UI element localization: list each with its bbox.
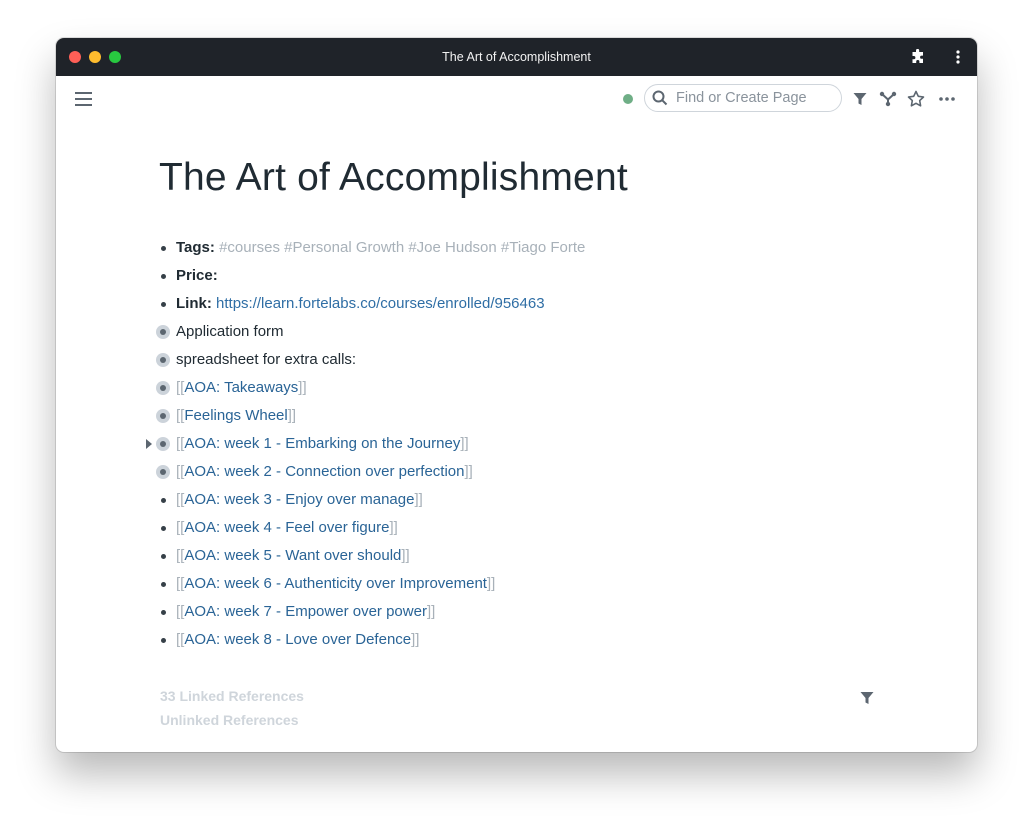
page-ref-link[interactable]: AOA: week 1 - Embarking on the Journey: [184, 435, 460, 452]
attribute-name: Tags:: [176, 239, 215, 256]
block-tags[interactable]: Tags: #courses #Personal Growth #Joe Hud…: [140, 234, 840, 262]
close-bracket: ]]: [464, 463, 473, 480]
hamburger-icon[interactable]: [74, 90, 94, 108]
block-link[interactable]: Link: https://learn.fortelabs.co/courses…: [140, 290, 840, 318]
block-page-ref[interactable]: [[Feelings Wheel]]: [140, 402, 840, 430]
page-title: The Art of Accomplishment: [159, 156, 628, 199]
block-page-ref[interactable]: [[AOA: Takeaways]]: [140, 374, 840, 402]
page-ref-link[interactable]: AOA: week 2 - Connection over perfection: [184, 463, 464, 480]
vertical-dots-icon[interactable]: [948, 47, 968, 67]
block-page-ref[interactable]: [[AOA: week 8 - Love over Defence]]: [140, 626, 840, 654]
close-bracket: ]]: [426, 603, 436, 620]
block-text: spreadsheet for extra calls:: [176, 351, 357, 368]
block-page-ref[interactable]: [[AOA: week 5 - Want over should]]: [140, 542, 840, 570]
block-page-ref[interactable]: [[AOA: week 3 - Enjoy over manage]]: [140, 486, 840, 514]
close-bracket: ]]: [287, 407, 297, 424]
unlinked-references-header[interactable]: Unlinked References: [160, 712, 299, 728]
page-ref-link[interactable]: AOA: week 3 - Enjoy over manage: [184, 491, 414, 508]
puzzle-icon[interactable]: [908, 47, 928, 67]
block-bullet[interactable]: [156, 297, 170, 311]
graph-icon[interactable]: [877, 88, 899, 110]
block-bullet[interactable]: [156, 633, 170, 647]
search-input[interactable]: [674, 89, 838, 107]
page-ref-link[interactable]: AOA: week 7 - Empower over power: [184, 603, 427, 620]
close-bracket: ]]: [460, 435, 469, 452]
more-horizontal-icon[interactable]: [936, 88, 958, 110]
block-page-ref[interactable]: [[AOA: week 1 - Embarking on the Journey…: [140, 430, 840, 458]
search-box[interactable]: [644, 84, 842, 112]
block-bullet[interactable]: [156, 521, 170, 535]
block-bullet[interactable]: [156, 549, 170, 563]
expand-caret-icon[interactable]: [146, 439, 152, 449]
block-bullet[interactable]: [156, 241, 170, 255]
page-ref-link[interactable]: AOA: week 6 - Authenticity over Improvem…: [184, 575, 487, 592]
block-list: Tags: #courses #Personal Growth #Joe Hud…: [140, 234, 840, 654]
block-spreadsheet[interactable]: spreadsheet for extra calls:: [140, 346, 840, 374]
page-ref-link[interactable]: AOA: week 5 - Want over should: [184, 547, 401, 564]
block-text: Application form: [176, 323, 284, 340]
collapsed-bullet[interactable]: [156, 353, 170, 367]
attribute-name: Link:: [176, 295, 212, 312]
collapsed-bullet[interactable]: [156, 465, 170, 479]
close-bracket: ]]: [401, 547, 410, 564]
close-bracket: ]]: [389, 519, 398, 536]
star-icon[interactable]: [905, 88, 927, 110]
filter-icon[interactable]: [858, 689, 876, 707]
block-price[interactable]: Price:: [140, 262, 840, 290]
filter-icon[interactable]: [849, 88, 871, 110]
collapsed-bullet[interactable]: [156, 381, 170, 395]
app-window: The Art of Accomplishment The Art of Acc: [56, 38, 977, 752]
block-application-form[interactable]: Application form: [140, 318, 840, 346]
top-toolbar: [56, 76, 977, 122]
close-bracket: ]]: [414, 491, 423, 508]
block-bullet[interactable]: [156, 269, 170, 283]
collapsed-bullet[interactable]: [156, 409, 170, 423]
linked-references-header[interactable]: 33 Linked References: [160, 688, 304, 704]
tag-list[interactable]: #courses #Personal Growth #Joe Hudson #T…: [219, 239, 585, 256]
sync-status-indicator: [623, 94, 633, 104]
window-title: The Art of Accomplishment: [442, 50, 591, 64]
course-url-link[interactable]: https://learn.fortelabs.co/courses/enrol…: [216, 295, 545, 312]
page-ref-link[interactable]: AOA: week 8 - Love over Defence: [184, 631, 411, 648]
page-ref-link[interactable]: Feelings Wheel: [184, 407, 287, 424]
title-bar: The Art of Accomplishment: [56, 38, 977, 76]
block-page-ref[interactable]: [[AOA: week 2 - Connection over perfecti…: [140, 458, 840, 486]
close-bracket: ]]: [486, 575, 496, 592]
block-bullet[interactable]: [156, 577, 170, 591]
collapsed-bullet[interactable]: [156, 437, 170, 451]
close-bracket: ]]: [298, 379, 307, 396]
block-page-ref[interactable]: [[AOA: week 7 - Empower over power]]: [140, 598, 840, 626]
block-bullet[interactable]: [156, 493, 170, 507]
close-bracket: ]]: [411, 631, 420, 648]
search-icon: [652, 90, 668, 106]
block-page-ref[interactable]: [[AOA: week 6 - Authenticity over Improv…: [140, 570, 840, 598]
attribute-name: Price:: [176, 267, 218, 284]
block-page-ref[interactable]: [[AOA: week 4 - Feel over figure]]: [140, 514, 840, 542]
collapsed-bullet[interactable]: [156, 325, 170, 339]
block-bullet[interactable]: [156, 605, 170, 619]
page-ref-link[interactable]: AOA: Takeaways: [184, 379, 298, 396]
page-ref-link[interactable]: AOA: week 4 - Feel over figure: [184, 519, 389, 536]
